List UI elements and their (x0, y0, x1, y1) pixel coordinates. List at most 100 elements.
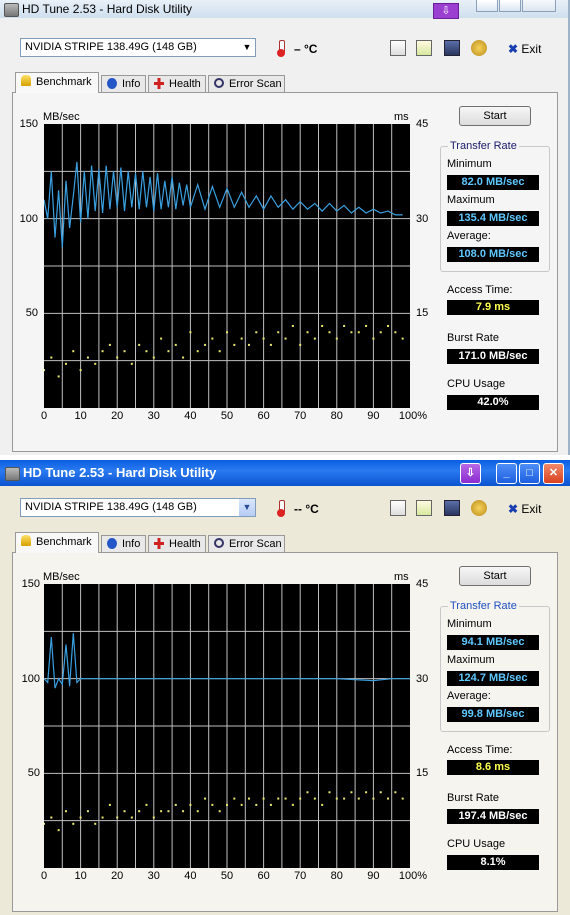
burst-rate-value: 197.4 MB/sec (447, 809, 539, 824)
y-axis-label: MB/sec (43, 571, 80, 583)
exit-button[interactable]: ✖ Exit (508, 42, 541, 56)
access-time-point (284, 337, 287, 340)
access-time-label: Access Time: (447, 744, 513, 756)
access-time-point (291, 324, 294, 327)
paste-icon[interactable] (416, 40, 432, 56)
maximize-button[interactable]: □ (519, 463, 540, 484)
start-button[interactable]: Start (459, 566, 531, 586)
x-tick-label: 90 (367, 870, 380, 882)
drive-select-value: NVIDIA STRIPE 138.49G (148 GB) (25, 501, 197, 513)
paste-icon[interactable] (416, 500, 432, 516)
tab-label: Health (169, 78, 201, 90)
copy-icon[interactable] (390, 500, 406, 516)
y2-axis-label: ms (394, 571, 409, 583)
tab-error-scan[interactable]: Error Scan (208, 535, 285, 552)
maximize-button[interactable] (499, 0, 521, 12)
x-tick-label: 10 (74, 870, 87, 882)
tab-label: Info (122, 78, 141, 90)
tab-label: Benchmark (36, 536, 92, 548)
access-time-point (189, 331, 192, 334)
x-tick-label: 80 (330, 410, 343, 422)
minimize-button[interactable]: _ (496, 463, 517, 484)
access-time-point (72, 350, 75, 353)
x-tick-label: 40 (184, 870, 197, 882)
access-time-point (372, 337, 375, 340)
download-icon[interactable]: ⇩ (433, 3, 459, 19)
x-tick-label: 50 (220, 870, 234, 882)
magnifier-icon (214, 538, 224, 548)
access-time-point (299, 343, 302, 346)
tab-health[interactable]: Health (148, 535, 206, 552)
tab-benchmark[interactable]: Benchmark (15, 72, 99, 93)
x-tick-label: 20 (111, 870, 124, 882)
access-time-label: Access Time: (447, 284, 513, 296)
y-tick-label: 150 (21, 578, 40, 590)
tab-label: Benchmark (36, 76, 92, 88)
minimum-label: Minimum (447, 158, 492, 170)
access-time-point (240, 337, 243, 340)
health-cross-icon (154, 78, 164, 89)
access-time-point (387, 324, 390, 327)
x-tick-label: 30 (147, 870, 160, 882)
minimum-label: Minimum (447, 618, 492, 630)
maximum-label: Maximum (447, 194, 495, 206)
start-button[interactable]: Start (459, 106, 531, 126)
benchmark-chart (44, 584, 410, 868)
app-icon (4, 3, 19, 17)
access-time-point (108, 343, 111, 346)
x-tick-label: 80 (330, 870, 343, 882)
health-cross-icon (154, 538, 164, 549)
benchmark-icon (21, 535, 31, 546)
options-icon[interactable] (471, 40, 487, 56)
access-time-point (145, 803, 148, 806)
tab-label: Error Scan (229, 538, 282, 550)
close-button[interactable]: ✕ (543, 463, 564, 484)
x-tick-label: 60 (257, 410, 270, 422)
minimum-value: 94.1 MB/sec (447, 635, 539, 650)
tab-info[interactable]: Info (101, 535, 146, 552)
access-time-point (123, 810, 126, 813)
minimize-button[interactable] (476, 0, 498, 12)
drive-select[interactable]: NVIDIA STRIPE 138.49G (148 GB) ▼ (20, 498, 256, 517)
x-tick-label: 20 (111, 410, 124, 422)
access-time-point (116, 816, 119, 819)
chevron-down-icon[interactable]: ▼ (239, 499, 255, 516)
access-time-point (211, 337, 214, 340)
access-time-point (57, 829, 60, 832)
download-icon[interactable]: ⇩ (460, 463, 481, 484)
access-time-point (233, 343, 236, 346)
drive-select[interactable]: NVIDIA STRIPE 138.49G (148 GB) ▼ (20, 38, 256, 57)
access-time-value: 7.9 ms (447, 300, 539, 315)
access-time-point (167, 810, 170, 813)
transfer-rate-legend: Transfer Rate (448, 140, 519, 152)
tab-benchmark[interactable]: Benchmark (15, 532, 99, 553)
x-tick-label: 40 (184, 410, 197, 422)
access-time-point (328, 791, 331, 794)
close-button[interactable] (522, 0, 556, 12)
access-time-point (350, 331, 353, 334)
exit-button[interactable]: ✖ Exit (508, 502, 541, 516)
thermometer-icon (277, 40, 285, 57)
access-time-point (306, 791, 309, 794)
tab-error-scan[interactable]: Error Scan (208, 75, 285, 92)
x-tick-label: 10 (74, 410, 87, 422)
tab-health[interactable]: Health (148, 75, 206, 92)
chevron-down-icon[interactable]: ▼ (239, 39, 255, 56)
access-time-point (152, 816, 155, 819)
tab-info[interactable]: Info (101, 75, 146, 92)
save-icon[interactable] (444, 40, 460, 56)
access-time-point (196, 810, 199, 813)
copy-icon[interactable] (390, 40, 406, 56)
tab-label: Info (122, 538, 141, 550)
access-time-point (94, 362, 97, 365)
save-icon[interactable] (444, 500, 460, 516)
average-value: 99.8 MB/sec (447, 707, 539, 722)
access-time-point (240, 803, 243, 806)
access-time-point (182, 356, 185, 359)
cpu-usage-value: 8.1% (447, 855, 539, 870)
access-time-point (196, 350, 199, 353)
options-icon[interactable] (471, 500, 487, 516)
access-time-point (357, 797, 360, 800)
access-time-point (350, 791, 353, 794)
cpu-usage-label: CPU Usage (447, 378, 506, 390)
